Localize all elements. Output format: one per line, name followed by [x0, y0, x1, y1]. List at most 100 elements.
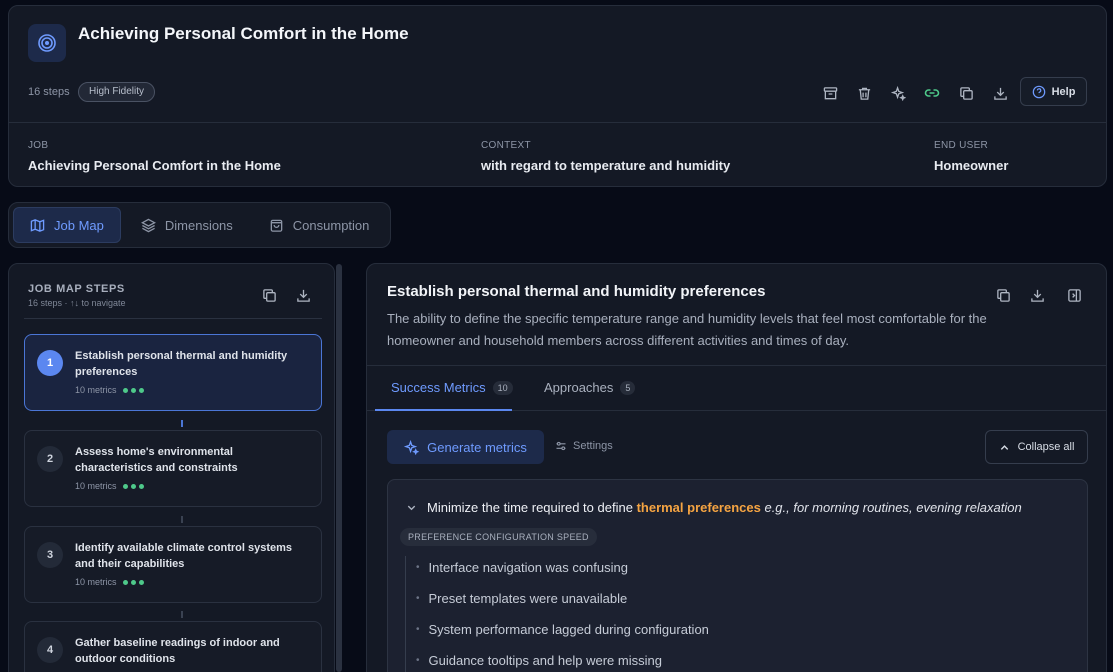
- step-number: 2: [37, 446, 63, 472]
- step-number: 4: [37, 637, 63, 663]
- help-button[interactable]: Help: [1020, 77, 1087, 106]
- panel-collapse-icon[interactable]: [1065, 286, 1083, 304]
- step-title: Identify available climate control syste…: [75, 542, 293, 570]
- step-metrics: 10 metrics: [75, 385, 144, 395]
- count-badge: 5: [620, 380, 636, 395]
- collapse-all-button[interactable]: Collapse all: [985, 430, 1088, 464]
- metric-card: Minimize the time required to define the…: [387, 479, 1088, 672]
- metric-highlight: thermal preferences: [636, 500, 761, 515]
- list-item: Preset templates were unavailable: [416, 587, 709, 618]
- copy-icon[interactable]: [955, 82, 977, 104]
- status-dots: [122, 579, 144, 585]
- panel-divider: [24, 318, 322, 319]
- meta-end-user: END USER Homeowner: [934, 140, 1008, 173]
- metric-example: e.g., for morning routines, evening rela…: [764, 500, 1022, 515]
- button-label: Collapse all: [1017, 441, 1075, 453]
- tab-success-metrics[interactable]: Success Metrics 10: [391, 380, 513, 395]
- tab-approaches[interactable]: Approaches 5: [544, 380, 636, 395]
- meta-label: END USER: [934, 140, 989, 151]
- panel-subtitle: 16 steps · ↑↓ to navigate: [28, 298, 126, 308]
- step-item[interactable]: 2 Assess home's environmental characteri…: [24, 430, 322, 507]
- tab-label: Dimensions: [164, 217, 233, 233]
- fidelity-badge: High Fidelity: [78, 82, 156, 102]
- steps-scrollbar[interactable]: [336, 264, 342, 672]
- tab-dimensions[interactable]: Dimensions: [125, 207, 249, 243]
- download-icon[interactable]: [1028, 286, 1046, 304]
- step-metrics: 10 metrics: [75, 577, 144, 587]
- metrics-count: 10 metrics: [75, 577, 117, 587]
- step-title: Establish personal thermal and humidity …: [75, 350, 288, 378]
- settings-button[interactable]: Settings: [555, 440, 613, 452]
- trash-icon[interactable]: [853, 82, 875, 104]
- tab-consumption[interactable]: Consumption: [253, 207, 386, 243]
- metric-bullets: Interface navigation was confusing Prese…: [405, 556, 709, 672]
- tab-job-map[interactable]: Job Map: [13, 207, 121, 243]
- list-item: Guidance tooltips and help were missing: [416, 649, 709, 672]
- job-header: Achieving Personal Comfort in the Home 1…: [8, 5, 1107, 187]
- step-title: Assess home's environmental characterist…: [75, 446, 238, 474]
- copy-icon[interactable]: [994, 286, 1012, 304]
- chevron-down-icon: [407, 505, 416, 511]
- tab-label: Approaches: [544, 380, 614, 395]
- layers-icon: [140, 218, 156, 232]
- meta-value: with regard to temperature and humidity: [481, 158, 731, 173]
- meta-context: CONTEXT with regard to temperature and h…: [481, 140, 730, 173]
- metric-category-tag: PREFERENCE CONFIGURATION SPEED: [400, 528, 597, 546]
- link-icon[interactable]: [921, 82, 943, 104]
- status-dots: [122, 483, 144, 489]
- step-connector: [181, 420, 183, 427]
- view-tabs: Job Map Dimensions Consumption: [8, 202, 391, 248]
- active-tab-indicator: [375, 409, 512, 411]
- step-item[interactable]: 1 Establish personal thermal and humidit…: [24, 334, 322, 411]
- panel-title: JOB MAP STEPS: [28, 283, 125, 295]
- archive-icon[interactable]: [819, 82, 841, 104]
- step-detail-panel: Establish personal thermal and humidity …: [366, 263, 1107, 672]
- sliders-icon: [556, 441, 566, 451]
- status-dots: [122, 387, 144, 393]
- list-item: Interface navigation was confusing: [416, 556, 709, 587]
- step-item[interactable]: 3 Identify available climate control sys…: [24, 526, 322, 603]
- detail-divider: [367, 365, 1106, 366]
- download-icon[interactable]: [989, 82, 1011, 104]
- download-icon[interactable]: [294, 286, 312, 304]
- metrics-count: 10 metrics: [75, 385, 117, 395]
- step-metrics: 10 metrics: [75, 481, 144, 491]
- bag-icon: [270, 219, 283, 232]
- job-map-steps-panel: JOB MAP STEPS 16 steps · ↑↓ to navigate …: [8, 263, 335, 672]
- meta-job: JOB Achieving Personal Comfort in the Ho…: [28, 140, 281, 173]
- metric-statement: Minimize the time required to define the…: [427, 500, 1022, 515]
- tab-label: Job Map: [54, 217, 104, 233]
- step-title: Gather baseline readings of indoor and o…: [75, 637, 280, 665]
- steps-count: 16 steps: [28, 86, 70, 98]
- step-number: 3: [37, 542, 63, 568]
- help-icon: [1032, 85, 1045, 98]
- help-label: Help: [1051, 85, 1076, 98]
- metric-header[interactable]: Minimize the time required to define the…: [406, 500, 1022, 515]
- tab-label: Consumption: [292, 217, 370, 233]
- chevron-up-icon: [1000, 444, 1008, 450]
- sparkles-icon: [404, 439, 420, 455]
- count-badge: 10: [492, 380, 513, 395]
- step-number: 1: [37, 350, 63, 376]
- metric-prefix: Minimize the time required to define: [427, 500, 633, 515]
- metrics-count: 10 metrics: [75, 481, 117, 491]
- sparkles-icon[interactable]: [887, 82, 909, 104]
- header-divider: [9, 122, 1106, 123]
- generate-metrics-button[interactable]: Generate metrics: [387, 430, 544, 464]
- settings-label: Settings: [573, 440, 613, 452]
- copy-icon[interactable]: [260, 286, 278, 304]
- list-item: System performance lagged during configu…: [416, 618, 709, 649]
- meta-value: Homeowner: [934, 158, 1009, 173]
- button-label: Generate metrics: [427, 439, 527, 455]
- step-item[interactable]: 4 Gather baseline readings of indoor and…: [24, 621, 322, 672]
- meta-label: CONTEXT: [481, 140, 531, 151]
- detail-description: The ability to define the specific tempe…: [387, 311, 987, 348]
- meta-value: Achieving Personal Comfort in the Home: [28, 158, 281, 173]
- map-icon: [30, 218, 45, 232]
- tab-label: Success Metrics: [391, 380, 486, 395]
- page-title: Achieving Personal Comfort in the Home: [78, 24, 409, 43]
- target-icon: [28, 24, 66, 62]
- step-connector: [181, 611, 183, 618]
- meta-label: JOB: [28, 140, 49, 151]
- detail-title: Establish personal thermal and humidity …: [387, 283, 766, 300]
